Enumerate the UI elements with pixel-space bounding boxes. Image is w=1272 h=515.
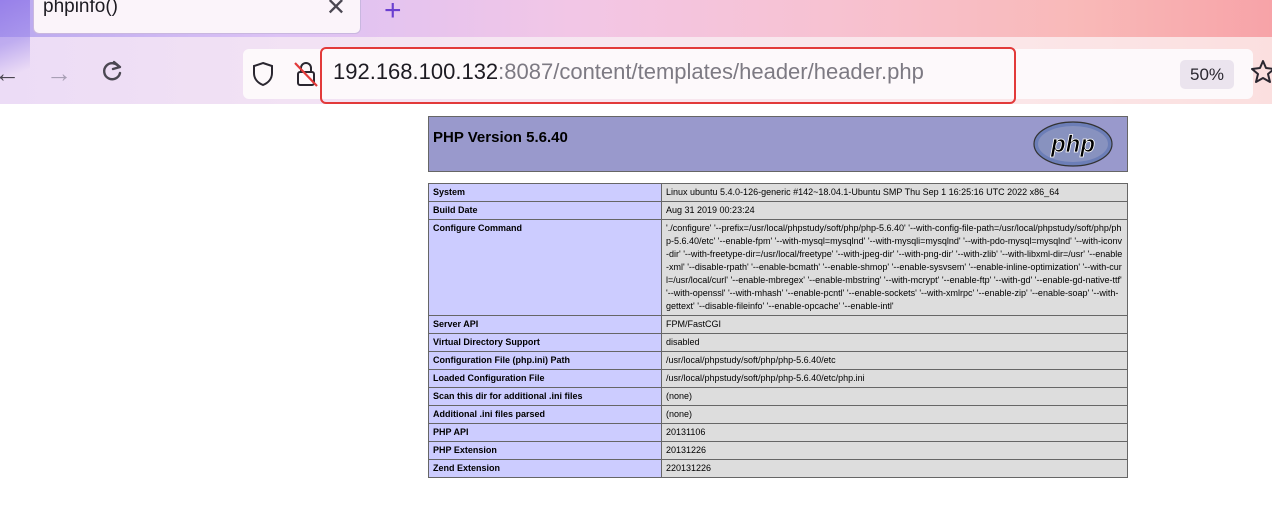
row-label: Virtual Directory Support — [428, 333, 662, 352]
row-label: Zend Extension — [428, 459, 662, 478]
zoom-indicator[interactable]: 50% — [1180, 60, 1234, 89]
forward-arrow-icon[interactable]: → — [46, 58, 72, 88]
bookmark-star-icon[interactable] — [1250, 58, 1272, 86]
php-info-table: System Linux ubuntu 5.4.0-126-generic #14… — [428, 183, 1128, 478]
row-value: Aug 31 2019 00:23:24 — [661, 201, 1128, 220]
row-value: (none) — [661, 405, 1128, 424]
table-row: PHP Extension 20131226 — [428, 441, 1128, 460]
row-value: './configure' '--prefix=/usr/local/phpst… — [661, 219, 1128, 316]
row-label: PHP Extension — [428, 441, 662, 460]
theme-accent — [0, 0, 30, 104]
row-value: FPM/FastCGI — [661, 315, 1128, 334]
row-value: 220131226 — [661, 459, 1128, 478]
page-title: PHP Version 5.6.40 — [433, 129, 568, 146]
row-value: 20131106 — [661, 423, 1128, 442]
row-value: 20131226 — [661, 441, 1128, 460]
row-label: System — [428, 183, 662, 202]
table-row: Server API FPM/FastCGI — [428, 315, 1128, 334]
url-text[interactable]: 192.168.100.132:8087/content/templates/h… — [333, 59, 924, 85]
insecure-lock-icon[interactable] — [293, 60, 319, 88]
row-label: Scan this dir for additional .ini files — [428, 387, 662, 406]
table-row: Build Date Aug 31 2019 00:23:24 — [428, 201, 1128, 220]
table-row: System Linux ubuntu 5.4.0-126-generic #14… — [428, 183, 1128, 202]
row-label: Additional .ini files parsed — [428, 405, 662, 424]
table-row: Scan this dir for additional .ini files(… — [428, 387, 1128, 406]
reload-icon[interactable] — [100, 58, 124, 90]
row-value: /usr/local/phpstudy/soft/php/php-5.6.40/… — [661, 351, 1128, 370]
tab-phpinfo[interactable]: phpinfo() ✕ — [33, 0, 361, 34]
row-label: Build Date — [428, 201, 662, 220]
row-label: PHP API — [428, 423, 662, 442]
row-value: disabled — [661, 333, 1128, 352]
shield-icon[interactable] — [251, 61, 275, 87]
row-value: /usr/local/phpstudy/soft/php/php-5.6.40/… — [661, 369, 1128, 388]
table-row: Configuration File (php.ini) Path/usr/lo… — [428, 351, 1128, 370]
php-version-header: PHP Version 5.6.40 php — [428, 116, 1128, 172]
row-label: Loaded Configuration File — [428, 369, 662, 388]
url-host: 192.168.100.132 — [333, 59, 499, 84]
table-row: Zend Extension 220131226 — [428, 459, 1128, 478]
php-logo[interactable]: php — [1033, 121, 1113, 167]
row-value: Linux ubuntu 5.4.0-126-generic #142~18.0… — [661, 183, 1128, 202]
table-row: PHP API 20131106 — [428, 423, 1128, 442]
close-icon[interactable]: ✕ — [326, 0, 346, 22]
table-row: Loaded Configuration File/usr/local/phps… — [428, 369, 1128, 388]
table-row: Configure Command './configure' '--prefix… — [428, 219, 1128, 316]
row-label: Configure Command — [428, 219, 662, 316]
row-value: (none) — [661, 387, 1128, 406]
table-row: Additional .ini files parsed (none) — [428, 405, 1128, 424]
plus-icon[interactable]: + — [384, 0, 402, 28]
browser-chrome: phpinfo() ✕ + ← → 192.168.100.132:8087/c… — [0, 0, 1272, 104]
back-arrow-icon[interactable]: ← — [0, 58, 20, 88]
php-logo-text: php — [1050, 131, 1095, 158]
row-label: Configuration File (php.ini) Path — [428, 351, 662, 370]
url-path: :8087/content/templates/header/header.ph… — [498, 59, 924, 84]
table-row: Virtual Directory Support disabled — [428, 333, 1128, 352]
row-label: Server API — [428, 315, 662, 334]
tab-title: phpinfo() — [43, 0, 118, 17]
